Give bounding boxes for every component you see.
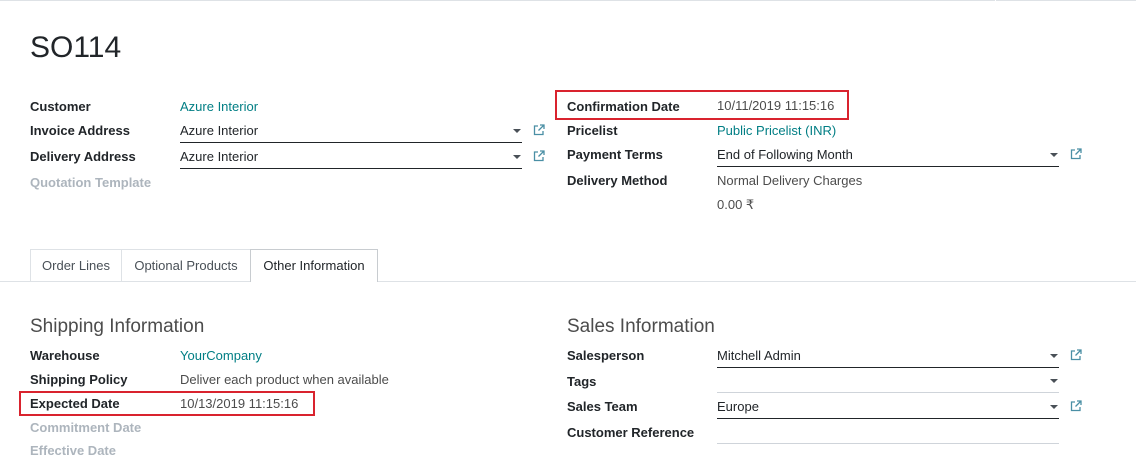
customer-reference-label: Customer Reference <box>567 425 695 440</box>
invoice-address-field[interactable]: Azure Interior <box>180 122 522 143</box>
warehouse-label: Warehouse <box>30 348 100 363</box>
sales-section-title: Sales Information <box>567 316 715 337</box>
tab-optional-products[interactable]: Optional Products <box>121 249 251 281</box>
sales-team-field[interactable]: Europe <box>717 398 1059 419</box>
salesperson-label: Salesperson <box>567 348 645 363</box>
external-link-icon[interactable] <box>533 150 545 162</box>
payment-terms-value: End of Following Month <box>717 147 853 162</box>
expected-date-value: 10/13/2019 11:15:16 <box>180 396 299 411</box>
caret-down-icon[interactable] <box>1050 379 1058 383</box>
shipping-section-title: Shipping Information <box>30 316 205 337</box>
shipping-policy-value: Deliver each product when available <box>180 372 389 387</box>
expected-date-label: Expected Date <box>30 396 120 411</box>
customer-reference-input[interactable] <box>717 423 1059 444</box>
delivery-address-value: Azure Interior <box>180 149 259 164</box>
invoice-address-value: Azure Interior <box>180 123 259 138</box>
delivery-address-field[interactable]: Azure Interior <box>180 148 522 169</box>
external-link-icon[interactable] <box>1070 349 1082 361</box>
external-link-icon[interactable] <box>533 124 545 136</box>
tab-other-information[interactable]: Other Information <box>250 249 378 282</box>
top-divider-right <box>996 0 1136 1</box>
external-link-icon[interactable] <box>1070 400 1082 412</box>
commitment-date-label: Commitment Date <box>30 420 142 435</box>
payment-terms-label: Payment Terms <box>567 147 663 162</box>
effective-date-label: Effective Date <box>30 443 116 458</box>
salesperson-value: Mitchell Admin <box>717 348 801 363</box>
confirmation-date-label: Confirmation Date <box>567 99 680 114</box>
invoice-address-label: Invoice Address <box>30 123 130 138</box>
tags-label: Tags <box>567 374 597 389</box>
sales-team-value: Europe <box>717 399 759 414</box>
delivery-amount: 0.00 ₹ <box>717 197 755 212</box>
tab-order-lines[interactable]: Order Lines <box>30 249 122 281</box>
caret-down-icon[interactable] <box>513 155 521 159</box>
customer-label: Customer <box>30 99 91 114</box>
confirmation-date-value: 10/11/2019 11:15:16 <box>717 98 835 113</box>
top-divider <box>0 0 995 1</box>
tags-field[interactable] <box>717 372 1059 393</box>
caret-down-icon[interactable] <box>513 129 521 133</box>
delivery-method-label: Delivery Method <box>567 173 668 188</box>
external-link-icon[interactable] <box>1070 148 1082 160</box>
pricelist-link[interactable]: Public Pricelist (INR) <box>717 123 836 139</box>
caret-down-icon[interactable] <box>1050 354 1058 358</box>
shipping-policy-label: Shipping Policy <box>30 372 128 387</box>
pricelist-label: Pricelist <box>567 123 618 138</box>
caret-down-icon[interactable] <box>1050 405 1058 409</box>
record-title: SO114 <box>30 31 122 64</box>
warehouse-link[interactable]: YourCompany <box>180 348 262 364</box>
customer-link[interactable]: Azure Interior <box>180 99 258 115</box>
delivery-address-label: Delivery Address <box>30 149 136 164</box>
tabs-divider <box>0 281 1136 282</box>
caret-down-icon[interactable] <box>1050 153 1058 157</box>
delivery-method-value: Normal Delivery Charges <box>717 173 863 188</box>
payment-terms-field[interactable]: End of Following Month <box>717 146 1059 167</box>
sales-team-label: Sales Team <box>567 399 638 414</box>
salesperson-field[interactable]: Mitchell Admin <box>717 347 1059 368</box>
quotation-template-label: Quotation Template <box>30 175 152 190</box>
